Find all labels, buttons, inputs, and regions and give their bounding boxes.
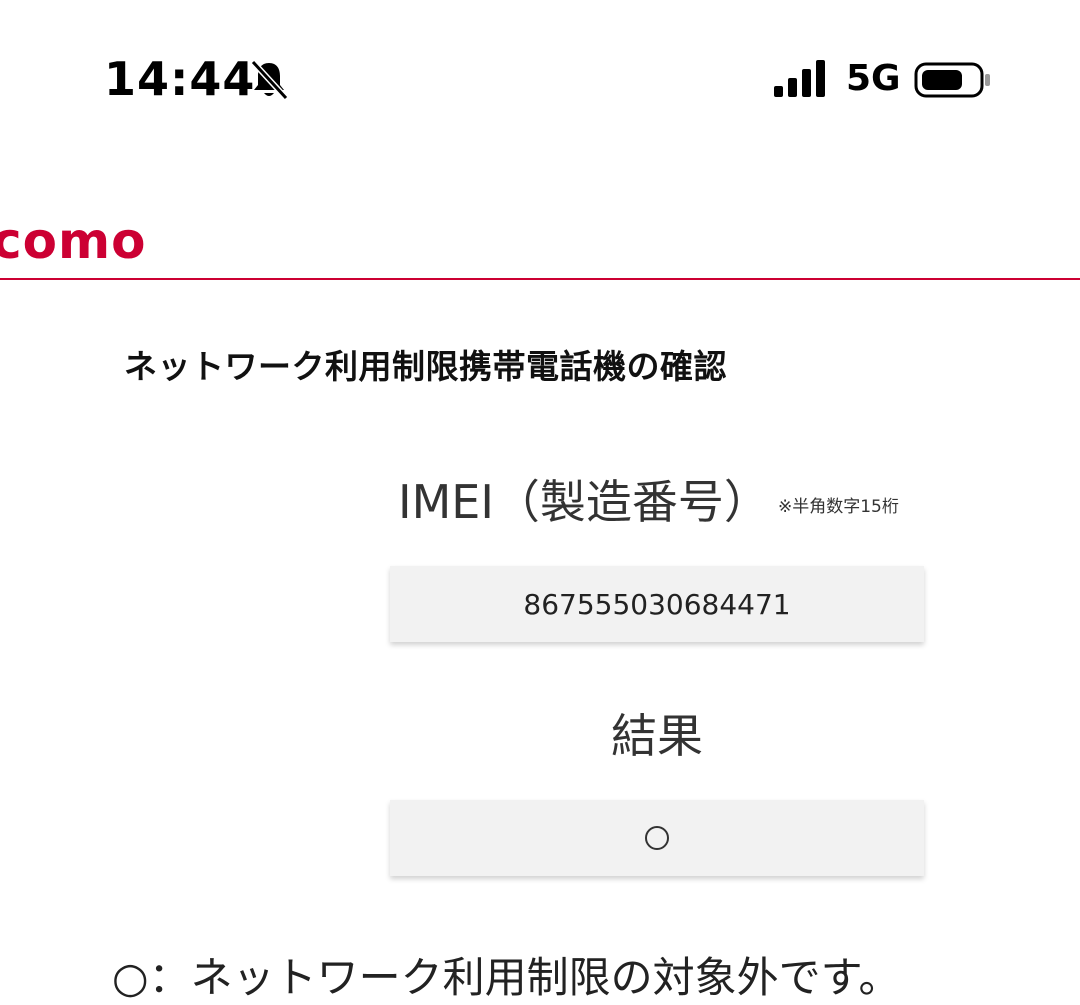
result-circle-icon — [645, 826, 669, 850]
imei-value: 867555030684471 — [523, 587, 791, 621]
imei-label: IMEI（製造番号） — [398, 475, 770, 529]
header-divider — [0, 278, 1080, 280]
status-time: 14:44 — [104, 52, 256, 106]
result-label: 結果 — [611, 709, 703, 763]
battery-icon — [914, 62, 990, 98]
result-message: ○：ネットワーク利用制限の対象外です。 — [112, 953, 901, 1002]
signal-icon — [774, 60, 825, 97]
page-title: ネットワーク利用制限携帯電話機の確認 — [124, 347, 727, 386]
imei-note: ※半角数字15桁 — [778, 497, 899, 517]
brand-logo[interactable]: como — [0, 212, 146, 270]
status-bar: 14:44 5G — [0, 0, 1080, 160]
network-type: 5G — [846, 58, 901, 99]
result-field: ○ — [390, 800, 924, 876]
imei-input[interactable]: 867555030684471 — [390, 566, 924, 642]
bell-muted-icon — [250, 59, 289, 101]
